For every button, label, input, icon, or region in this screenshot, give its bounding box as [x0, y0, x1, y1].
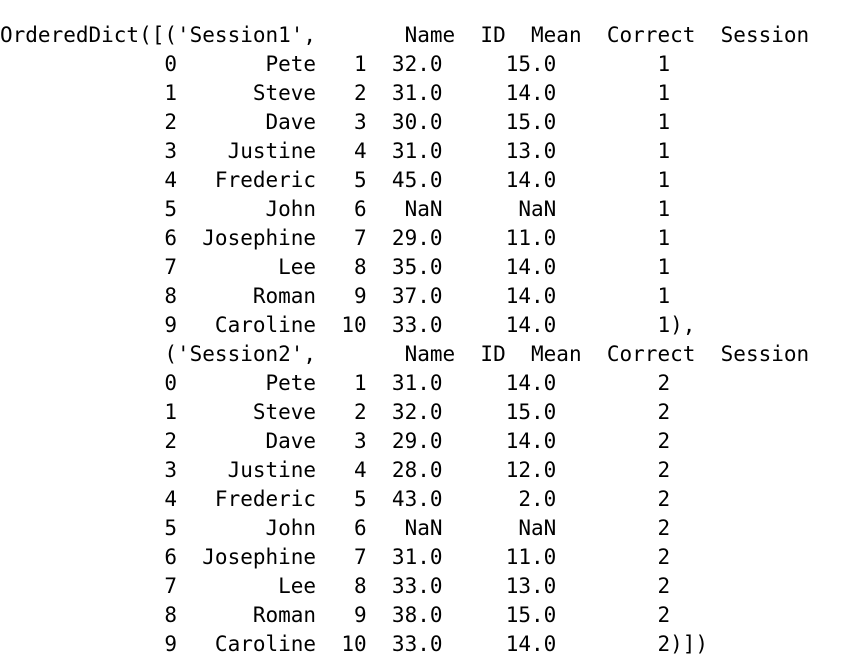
repr-line: ('Session2', Name ID Mean Correct Sessio… — [0, 342, 810, 366]
repr-line: 5 John 6 NaN NaN 2 — [0, 516, 671, 540]
repr-line: 8 Roman 9 38.0 15.0 2 — [0, 603, 671, 627]
repr-line: 9 Caroline 10 33.0 14.0 2)]) — [0, 632, 709, 656]
repr-line: 4 Frederic 5 43.0 2.0 2 — [0, 487, 671, 511]
repr-line: 8 Roman 9 37.0 14.0 1 — [0, 284, 671, 308]
repr-line: 7 Lee 8 33.0 13.0 2 — [0, 574, 671, 598]
repr-line: 0 Pete 1 31.0 14.0 2 — [0, 371, 671, 395]
repr-line: 3 Justine 4 28.0 12.0 2 — [0, 458, 671, 482]
repr-line: 6 Josephine 7 31.0 11.0 2 — [0, 545, 671, 569]
repr-line: 4 Frederic 5 45.0 14.0 1 — [0, 168, 671, 192]
repr-line: 6 Josephine 7 29.0 11.0 1 — [0, 226, 671, 250]
repr-line: 9 Caroline 10 33.0 14.0 1), — [0, 313, 696, 337]
repr-line: 2 Dave 3 30.0 15.0 1 — [0, 110, 671, 134]
python-repr-output: OrderedDict([('Session1', Name ID Mean C… — [0, 21, 842, 656]
repr-line: 7 Lee 8 35.0 14.0 1 — [0, 255, 671, 279]
repr-line: 5 John 6 NaN NaN 1 — [0, 197, 671, 221]
repr-first-line: OrderedDict([('Session1', Name ID Mean C… — [0, 23, 810, 47]
repr-line: 1 Steve 2 32.0 15.0 2 — [0, 400, 671, 424]
repr-line: 2 Dave 3 29.0 14.0 2 — [0, 429, 671, 453]
repr-line: 1 Steve 2 31.0 14.0 1 — [0, 81, 671, 105]
repr-line: 3 Justine 4 31.0 13.0 1 — [0, 139, 671, 163]
repr-line: 0 Pete 1 32.0 15.0 1 — [0, 52, 671, 76]
